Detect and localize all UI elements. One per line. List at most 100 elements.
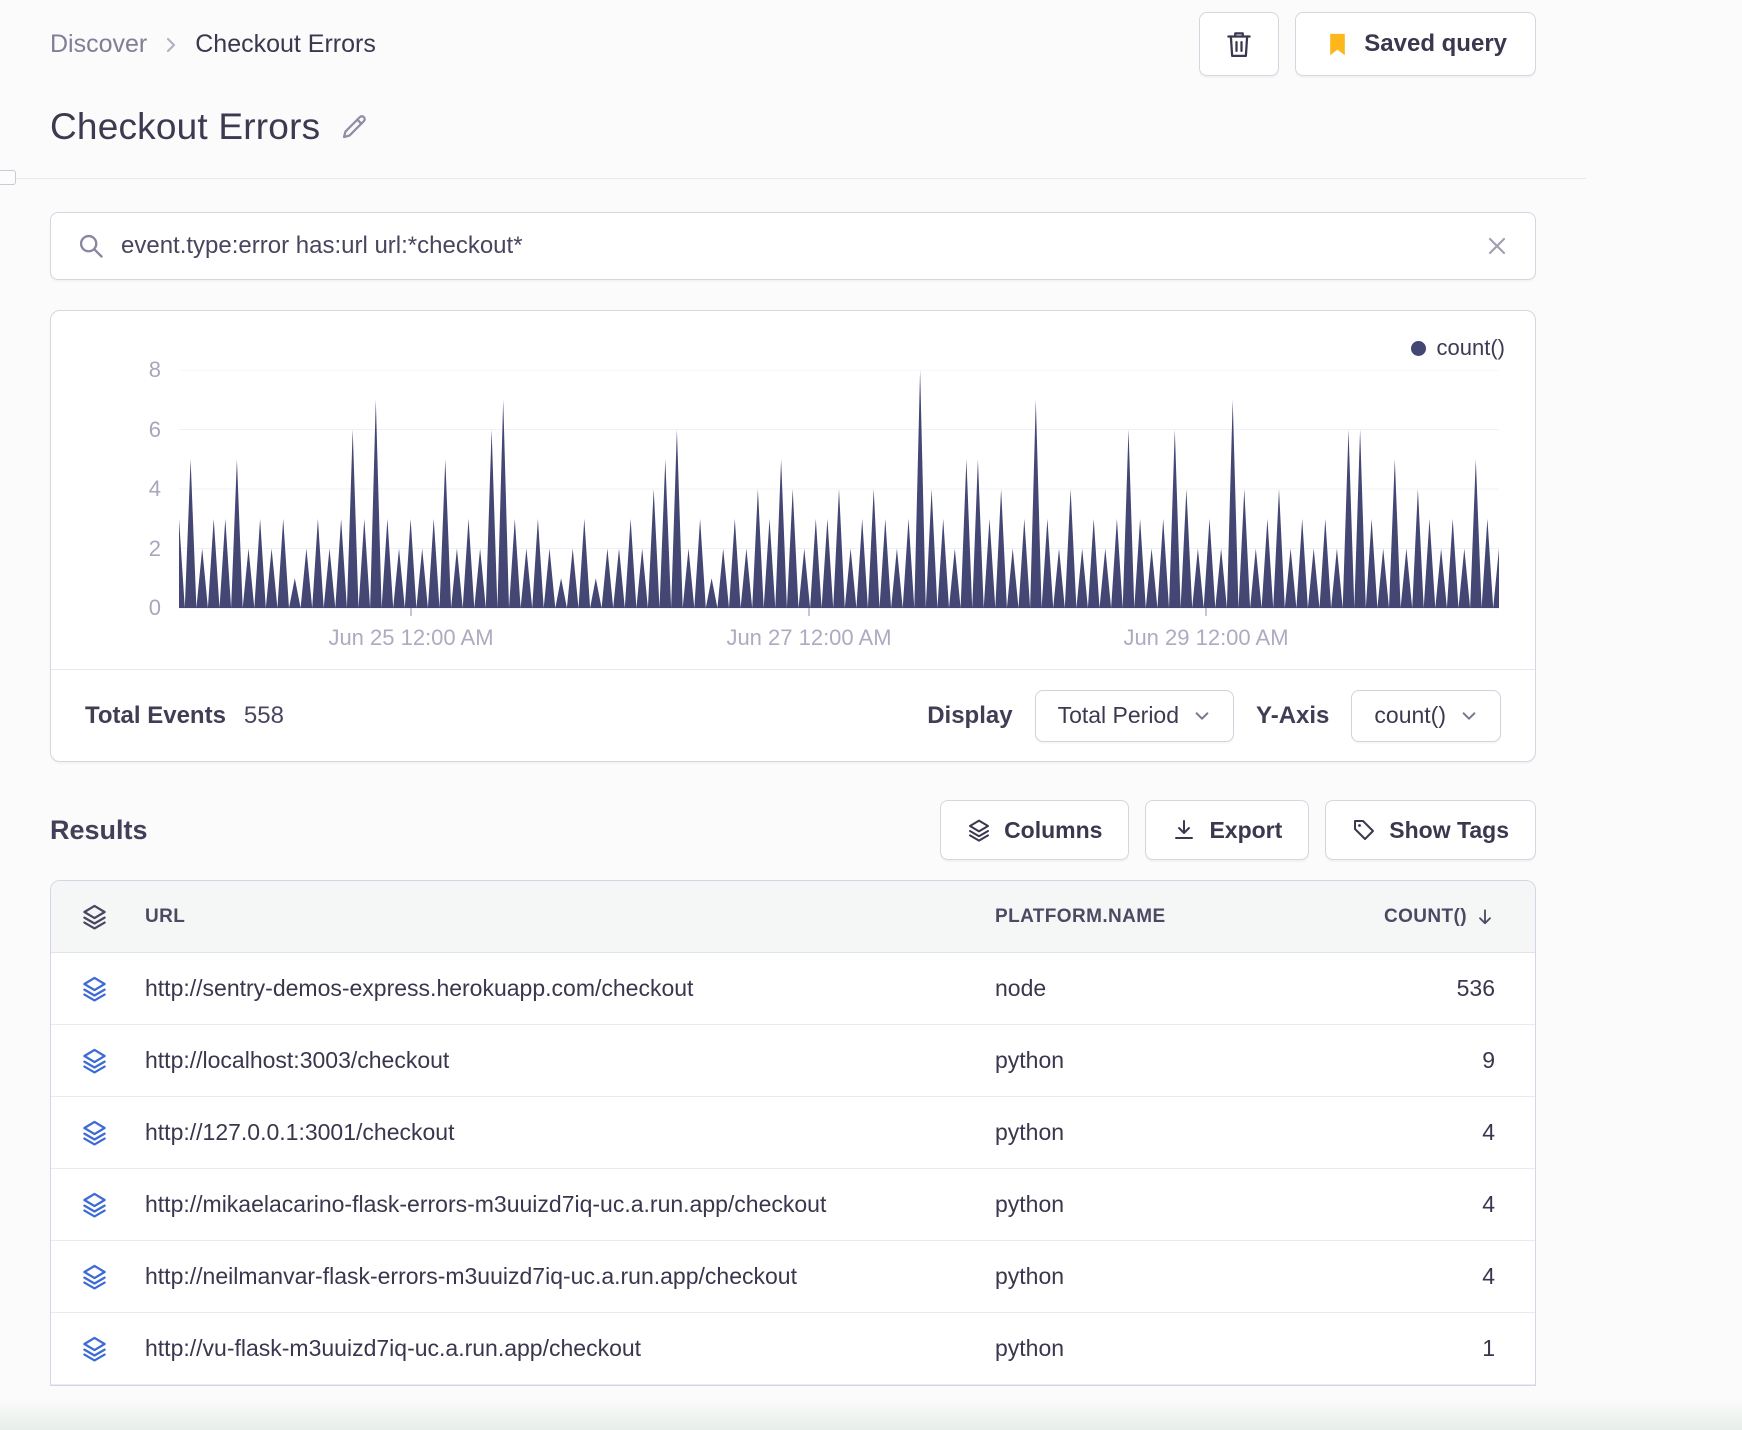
y-axis-label: Y-Axis <box>1256 701 1330 729</box>
table-row[interactable]: http://neilmanvar-flask-errors-m3uuizd7i… <box>51 1241 1535 1313</box>
show-tags-button[interactable]: Show Tags <box>1325 800 1536 860</box>
platform-cell: node <box>995 975 1047 1001</box>
table-row[interactable]: http://localhost:3003/checkout python 9 <box>51 1025 1535 1097</box>
total-events: Total Events 558 <box>85 702 284 730</box>
display-dropdown[interactable]: Total Period <box>1034 689 1235 742</box>
url-cell[interactable]: http://neilmanvar-flask-errors-m3uuizd7i… <box>145 1263 995 1290</box>
download-icon <box>1172 818 1196 842</box>
x-axis-tick-label: Jun 29 12:00 AM <box>1123 625 1289 650</box>
url-cell[interactable]: http://localhost:3003/checkout <box>145 1047 995 1074</box>
title-row: Checkout Errors <box>50 106 1536 148</box>
y-axis-tick-label: 8 <box>148 357 161 382</box>
x-axis-tick-label: Jun 25 12:00 AM <box>328 625 494 650</box>
total-events-label: Total Events <box>85 701 226 729</box>
count-header-label: COUNT() <box>1383 905 1467 927</box>
discover-page: Discover Checkout Errors Saved query Che… <box>0 0 1586 1386</box>
y-axis-dropdown-value: count() <box>1374 702 1446 728</box>
platform-cell: python <box>995 1335 1065 1361</box>
chart-plot[interactable] <box>179 370 1499 618</box>
platform-cell: python <box>995 1047 1065 1073</box>
columns-button-label: Columns <box>1004 816 1103 843</box>
table-row[interactable]: http://sentry-demos-express.herokuapp.co… <box>51 953 1535 1025</box>
events-chart-panel: count() 0 2 4 6 8 Jun 25 12:00 AM Jun 27 12:0… <box>50 310 1536 762</box>
stack-icon <box>81 1263 108 1290</box>
chart-y-axis: 0 2 4 6 8 <box>51 357 161 620</box>
sidebar-collapse-handle[interactable] <box>0 170 16 185</box>
count-cell: 1 <box>1482 1335 1495 1361</box>
page-title: Checkout Errors <box>50 106 321 147</box>
search-bar[interactable]: event.type:error has:url url:*checkout* <box>50 212 1536 280</box>
bottom-fade <box>0 1400 1742 1430</box>
count-cell: 4 <box>1482 1119 1495 1145</box>
count-cell: 4 <box>1482 1263 1495 1289</box>
chart-legend[interactable]: count() <box>1410 335 1505 361</box>
url-cell[interactable]: http://mikaelacarino-flask-errors-m3uuiz… <box>145 1191 995 1218</box>
export-button[interactable]: Export <box>1145 800 1310 860</box>
table-row[interactable]: http://vu-flask-m3uuizd7iq-uc.a.run.app/… <box>51 1313 1535 1385</box>
chart-x-axis: Jun 25 12:00 AM Jun 27 12:00 AM Jun 29 12:… <box>179 625 1499 651</box>
tag-icon <box>1352 818 1376 842</box>
breadcrumb-discover-link[interactable]: Discover <box>50 30 147 59</box>
top-actions: Saved query <box>1199 12 1536 76</box>
url-cell[interactable]: http://vu-flask-m3uuizd7iq-uc.a.run.app/… <box>145 1335 995 1362</box>
y-axis-tick-label: 2 <box>148 535 161 561</box>
export-button-label: Export <box>1209 816 1283 843</box>
stack-icon <box>81 975 108 1002</box>
stack-icon <box>81 1047 108 1074</box>
legend-label: count() <box>1436 335 1505 360</box>
delete-query-button[interactable] <box>1199 12 1280 76</box>
show-tags-button-label: Show Tags <box>1389 816 1509 843</box>
top-bar: Discover Checkout Errors Saved query <box>50 0 1536 76</box>
x-axis-tick-label: Jun 27 12:00 AM <box>726 625 892 650</box>
total-events-value: 558 <box>243 701 284 729</box>
column-header-url[interactable]: URL <box>145 906 995 928</box>
results-table: URL PLATFORM.NAME COUNT() http://sentry-… <box>50 880 1536 1386</box>
y-axis-tick-label: 0 <box>148 595 161 620</box>
chevron-right-icon <box>161 35 181 55</box>
results-heading: Results <box>50 814 148 845</box>
clear-search-icon[interactable] <box>1485 234 1509 258</box>
breadcrumb: Discover Checkout Errors <box>50 30 376 59</box>
chart-footer: Total Events 558 Display Total Period Y-… <box>51 669 1535 761</box>
platform-cell: python <box>995 1263 1065 1289</box>
y-axis-tick-label: 4 <box>148 476 161 501</box>
count-cell: 536 <box>1456 975 1495 1001</box>
chevron-down-icon <box>1193 707 1211 725</box>
url-cell[interactable]: http://sentry-demos-express.herokuapp.co… <box>145 975 995 1002</box>
y-axis-dropdown[interactable]: count() <box>1351 689 1501 742</box>
count-cell: 4 <box>1482 1191 1495 1217</box>
columns-stack-icon <box>967 818 991 842</box>
stack-icon <box>81 1119 108 1146</box>
stack-icon <box>81 1335 108 1362</box>
platform-cell: python <box>995 1191 1065 1217</box>
display-label: Display <box>927 701 1013 729</box>
chart-controls: Display Total Period Y-Axis count() <box>927 689 1501 742</box>
results-actions: Columns Export Show Tags <box>940 800 1536 860</box>
stack-icon <box>81 1191 108 1218</box>
table-row[interactable]: http://mikaelacarino-flask-errors-m3uuiz… <box>51 1169 1535 1241</box>
edit-columns-icon[interactable] <box>81 903 108 930</box>
table-header-row: URL PLATFORM.NAME COUNT() <box>51 881 1535 953</box>
saved-query-button[interactable]: Saved query <box>1295 12 1536 76</box>
table-body: http://sentry-demos-express.herokuapp.co… <box>51 953 1535 1385</box>
columns-button[interactable]: Columns <box>940 800 1130 860</box>
column-header-count[interactable]: COUNT() <box>1305 906 1495 928</box>
results-header: Results Columns Export Show Tags <box>50 800 1536 860</box>
legend-dot-icon <box>1410 340 1426 356</box>
trash-icon <box>1224 29 1254 59</box>
chevron-down-icon <box>1460 707 1478 725</box>
column-header-platform[interactable]: PLATFORM.NAME <box>995 906 1305 928</box>
sort-descending-icon <box>1475 907 1495 927</box>
breadcrumb-current: Checkout Errors <box>195 30 376 58</box>
url-cell[interactable]: http://127.0.0.1:3001/checkout <box>145 1119 995 1146</box>
y-axis-tick-label: 6 <box>148 416 161 442</box>
search-query-input[interactable]: event.type:error has:url url:*checkout* <box>121 232 1469 260</box>
platform-cell: python <box>995 1119 1065 1145</box>
edit-pencil-icon[interactable] <box>338 111 370 143</box>
display-dropdown-value: Total Period <box>1057 702 1180 728</box>
table-row[interactable]: http://127.0.0.1:3001/checkout python 4 <box>51 1097 1535 1169</box>
saved-query-label: Saved query <box>1364 30 1507 57</box>
search-icon <box>77 232 105 260</box>
page-divider <box>0 170 1586 185</box>
bookmark-icon <box>1324 31 1351 58</box>
